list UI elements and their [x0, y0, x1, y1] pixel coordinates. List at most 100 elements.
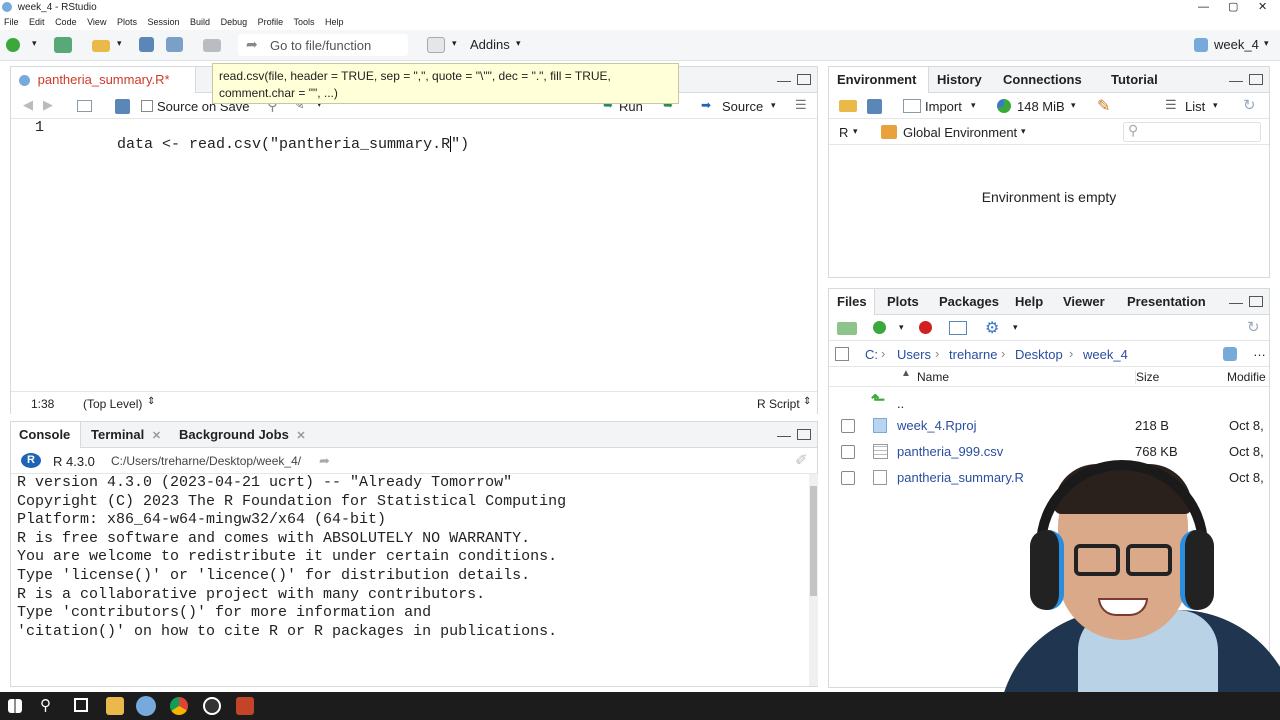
environment-search-input[interactable]: ⚲ — [1123, 122, 1261, 142]
menu-profile[interactable]: Profile — [258, 17, 284, 27]
goto-file-input[interactable]: ➦ Go to file/function — [238, 34, 408, 56]
back-arrow-icon[interactable]: ◀ — [23, 97, 33, 113]
addins-button[interactable]: Addins — [470, 37, 510, 52]
tab-help[interactable]: Help — [1007, 289, 1051, 315]
file-name[interactable]: week_4.Rproj — [897, 413, 977, 439]
column-name[interactable]: Name — [917, 370, 949, 384]
obs-icon[interactable] — [203, 697, 221, 715]
new-file-icon[interactable] — [6, 38, 20, 52]
global-environment-dropdown-icon[interactable]: ▾ — [1021, 126, 1026, 137]
language-dropdown-icon[interactable]: ▾ — [853, 126, 858, 137]
project-dropdown-icon[interactable]: ▾ — [1264, 38, 1269, 49]
refresh-environment-icon[interactable]: ↻ — [1243, 96, 1256, 114]
global-environment-selector[interactable]: Global Environment — [903, 125, 1017, 140]
new-blank-file-dropdown-icon[interactable]: ▾ — [899, 322, 904, 333]
tab-presentation[interactable]: Presentation — [1119, 289, 1214, 315]
save-workspace-icon[interactable] — [867, 99, 882, 114]
new-blank-file-icon[interactable] — [873, 321, 886, 334]
memory-usage-label[interactable]: 148 MiB — [1017, 99, 1065, 114]
close-jobs-icon[interactable]: ✕ — [296, 430, 305, 442]
breadcrumb-treharne[interactable]: treharne — [949, 347, 997, 362]
list-item[interactable]: week_4.Rproj 218 B Oct 8, — [829, 413, 1269, 439]
console-scrollbar[interactable] — [809, 474, 818, 686]
sort-ascending-icon[interactable]: ▲ — [901, 368, 911, 379]
maximize-environment-icon[interactable] — [1249, 74, 1263, 85]
close-terminal-icon[interactable]: ✕ — [152, 430, 161, 442]
refresh-files-icon[interactable]: ↻ — [1247, 318, 1260, 336]
import-dataset-icon[interactable] — [903, 99, 921, 113]
window-minimize-button[interactable]: — — [1198, 0, 1209, 15]
tab-plots[interactable]: Plots — [879, 289, 927, 315]
breadcrumb-users[interactable]: Users — [897, 347, 931, 362]
new-file-dropdown-icon[interactable]: ▾ — [32, 38, 37, 49]
code-editor[interactable]: 1 data <- read.csv("pantheria_summary.R"… — [11, 119, 817, 391]
memory-dropdown-icon[interactable]: ▾ — [1071, 100, 1076, 111]
list-item-parent-dir[interactable]: ⬑ .. — [829, 387, 1269, 413]
powerpoint-icon[interactable] — [236, 697, 254, 715]
window-close-button[interactable]: ✕ — [1258, 0, 1267, 15]
show-in-window-icon[interactable] — [77, 100, 92, 112]
save-all-icon[interactable] — [166, 37, 183, 52]
tab-files[interactable]: Files — [829, 289, 875, 315]
maximize-files-icon[interactable] — [1249, 296, 1263, 307]
console-output[interactable]: R version 4.3.0 (2023-04-21 ucrt) -- "Al… — [17, 474, 807, 686]
source-arrow-icon[interactable]: ➡ — [701, 98, 711, 112]
tab-tutorial[interactable]: Tutorial — [1103, 67, 1166, 93]
minimize-environment-icon[interactable] — [1229, 81, 1243, 82]
document-outline-icon[interactable]: ☰ — [795, 97, 807, 113]
minimize-files-icon[interactable] — [1229, 303, 1243, 304]
scope-selector[interactable]: (Top Level) — [83, 397, 142, 411]
breadcrumb-c[interactable]: C: — [865, 347, 878, 362]
rename-file-icon[interactable] — [949, 321, 967, 335]
chrome-icon[interactable] — [170, 697, 188, 715]
minimize-pane-icon[interactable] — [777, 81, 791, 82]
tab-viewer[interactable]: Viewer — [1055, 289, 1113, 315]
more-dropdown-icon[interactable]: ▾ — [1013, 322, 1018, 333]
column-size[interactable]: Size — [1135, 370, 1159, 384]
file-checkbox[interactable] — [841, 419, 855, 433]
file-explorer-icon[interactable] — [106, 697, 124, 715]
source-on-save-checkbox[interactable] — [141, 100, 153, 112]
source-button[interactable]: Source — [722, 99, 763, 114]
import-dataset-button[interactable]: Import — [925, 99, 962, 114]
more-options-icon[interactable]: … — [1253, 344, 1266, 359]
clear-console-icon[interactable]: ✐ — [795, 451, 808, 469]
open-dropdown-icon[interactable]: ▾ — [117, 38, 122, 49]
tab-pantheria-summary[interactable]: pantheria_summary.R* ✕ — [11, 67, 196, 113]
maximize-pane-icon[interactable] — [797, 74, 811, 85]
project-shortcut-icon[interactable] — [1223, 347, 1237, 361]
save-icon[interactable] — [139, 37, 154, 52]
delete-file-icon[interactable] — [919, 321, 932, 334]
addins-dropdown-icon[interactable]: ▾ — [516, 38, 521, 49]
list-dropdown-icon[interactable]: ▾ — [1213, 100, 1218, 111]
file-type-dropdown-icon[interactable]: ⇕ — [803, 396, 811, 407]
window-maximize-button[interactable]: ▢ — [1228, 0, 1238, 15]
menu-plots[interactable]: Plots — [117, 17, 137, 27]
project-menu-button[interactable]: week_4 — [1214, 37, 1259, 52]
breadcrumb-desktop[interactable]: Desktop — [1015, 347, 1063, 362]
rstudio-taskbar-icon[interactable] — [136, 696, 156, 716]
source-dropdown-icon[interactable]: ▾ — [771, 100, 776, 111]
select-all-checkbox[interactable] — [835, 347, 849, 361]
search-taskbar-icon[interactable]: ⚲ — [40, 696, 51, 714]
menu-help[interactable]: Help — [325, 17, 344, 27]
forward-arrow-icon[interactable]: ▶ — [43, 97, 53, 113]
task-view-icon[interactable] — [74, 698, 88, 712]
import-dropdown-icon[interactable]: ▾ — [971, 100, 976, 111]
windows-start-icon[interactable] — [8, 699, 22, 713]
tab-connections[interactable]: Connections — [995, 67, 1090, 93]
tab-environment[interactable]: Environment — [829, 67, 929, 93]
menu-file[interactable]: File — [4, 17, 19, 27]
tab-console[interactable]: Console — [11, 422, 81, 448]
menu-session[interactable]: Session — [148, 17, 180, 27]
list-view-button[interactable]: List — [1185, 99, 1205, 114]
goto-directory-icon[interactable]: ➦ — [319, 453, 330, 469]
file-checkbox[interactable] — [841, 445, 855, 459]
file-type-selector[interactable]: R Script — [757, 397, 800, 411]
breadcrumb-week4[interactable]: week_4 — [1083, 347, 1128, 362]
menu-debug[interactable]: Debug — [221, 17, 248, 27]
save-file-icon[interactable] — [115, 99, 130, 114]
print-icon[interactable] — [203, 39, 221, 52]
file-checkbox[interactable] — [841, 471, 855, 485]
workspace-dropdown-icon[interactable]: ▾ — [452, 38, 457, 49]
